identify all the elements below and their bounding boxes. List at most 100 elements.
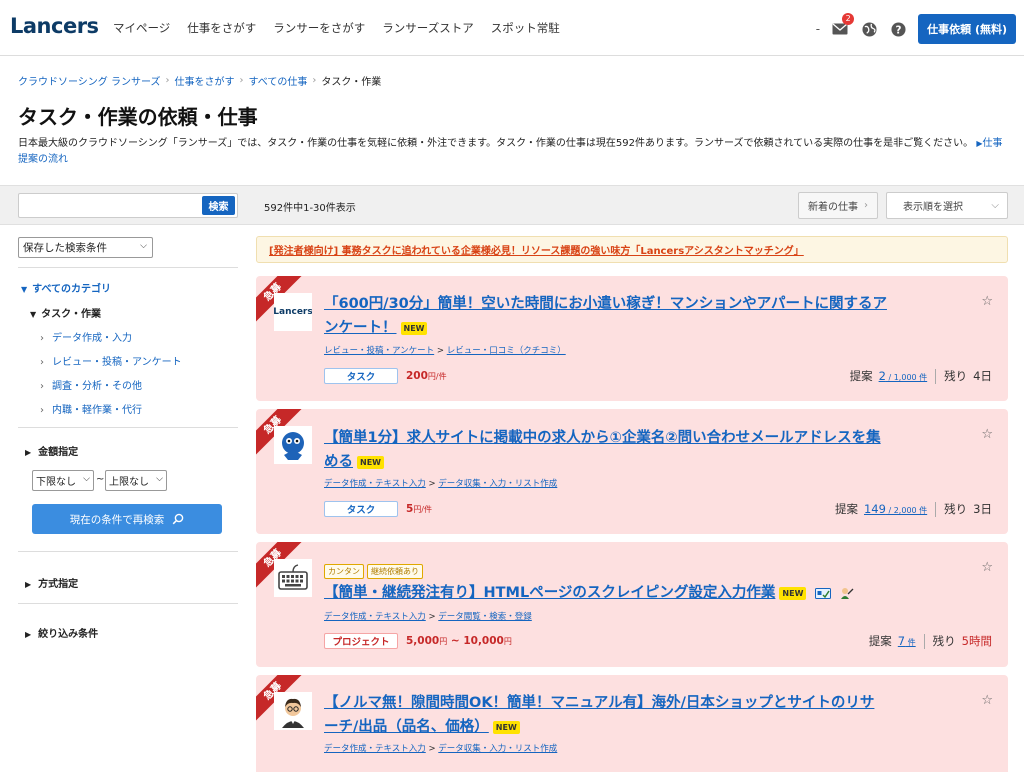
- category-link[interactable]: データ収集・入力・リスト作成: [438, 744, 557, 754]
- help-icon[interactable]: ?: [889, 20, 907, 38]
- mascot-icon: [282, 432, 304, 460]
- breadcrumb-crowdsourcing[interactable]: クラウドソーシング ランサーズ: [18, 73, 160, 88]
- proposal-label: 提案: [868, 634, 892, 648]
- globe-icon[interactable]: [860, 20, 878, 38]
- subcategory-research[interactable]: › 調査・分析・その他: [40, 377, 142, 392]
- new-badge: NEW: [400, 321, 428, 335]
- post-job-button[interactable]: 仕事依頼 (無料): [918, 14, 1016, 44]
- nav-mypage[interactable]: マイページ: [113, 20, 170, 36]
- user-menu-dash[interactable]: -: [816, 22, 820, 36]
- category-separator: >: [428, 612, 436, 622]
- job-tags: カンタン 継続依頼あり: [324, 564, 423, 579]
- proposal-limit: / 1,000 件: [885, 373, 928, 382]
- job-card[interactable]: 急募 カンタン 継続依頼あり ☆ 【簡単・継続発注有り】HTMLページのスクレイ…: [256, 542, 1008, 667]
- sort-label: 表示順を選択: [903, 202, 963, 213]
- favorite-star-icon[interactable]: ☆: [981, 693, 993, 708]
- mail-icon[interactable]: 2: [831, 13, 855, 38]
- nav-find-jobs[interactable]: 仕事をさがす: [187, 20, 256, 36]
- breadcrumb-find-jobs[interactable]: 仕事をさがす: [174, 73, 234, 88]
- search-button[interactable]: 検索: [202, 196, 235, 215]
- proposal-label: 提案: [849, 369, 873, 383]
- subcategory-label: 内職・軽作業・代行: [52, 405, 142, 416]
- client-avatar[interactable]: [274, 426, 312, 464]
- proposal-count: 149: [863, 502, 886, 516]
- job-price: 200円/件: [406, 370, 447, 382]
- job-card[interactable]: 急募 ☆ 【ノルマ無！隙間時間OK！簡単！マニュアル有】海外/日本ショップとサイ…: [256, 675, 1008, 772]
- proposal-limit: 件: [905, 638, 916, 647]
- price-filter-heading[interactable]: ▶ 金額指定: [25, 443, 78, 458]
- price-unit: 円: [503, 637, 512, 646]
- job-title[interactable]: 【ノルマ無！隙間時間OK！簡単！マニュアル有】海外/日本ショップとサイトのリサ …: [324, 691, 914, 739]
- promo-banner-link[interactable]: [発注者様向け] 事務タスクに追われている企業様必見！リソース課題の強い味方「L…: [269, 242, 804, 257]
- chevron-down-icon: ⌵: [83, 474, 90, 484]
- saved-search-select[interactable]: 保存した検索条件 ⌵: [18, 237, 153, 258]
- refine-filter-heading[interactable]: ▶ 絞り込み条件: [25, 625, 98, 640]
- subcategory-label: データ作成・入力: [52, 333, 132, 344]
- job-card[interactable]: 急募 ☆ 【簡単1分】求人サイトに掲載中の求人から①企業名②問い合わせメールアド…: [256, 409, 1008, 534]
- promo-banner: [発注者様向け] 事務タスクに追われている企業様必見！リソース課題の強い味方「L…: [256, 236, 1008, 263]
- subcategory-review[interactable]: › レビュー・投稿・アンケート: [40, 353, 182, 368]
- client-avatar[interactable]: [274, 692, 312, 730]
- job-title[interactable]: 「600円/30分」簡単！空いた時間にお小遣い稼ぎ！マンションやアパートに関する…: [324, 292, 914, 340]
- favorite-star-icon[interactable]: ☆: [981, 427, 993, 442]
- client-avatar[interactable]: Lancers: [274, 293, 312, 331]
- category-link[interactable]: データ作成・テキスト入力: [324, 479, 426, 489]
- job-title[interactable]: 【簡単1分】求人サイトに掲載中の求人から①企業名②問い合わせメールアドレスを集 …: [324, 426, 914, 474]
- subcategory-light-work[interactable]: › 内職・軽作業・代行: [40, 401, 142, 416]
- sort-select[interactable]: 表示順を選択 ⌵: [886, 192, 1008, 219]
- research-button[interactable]: 現在の条件で再検索: [32, 504, 222, 534]
- category-all-label: すべてのカテゴリ: [32, 284, 112, 295]
- new-badge: NEW: [492, 720, 520, 734]
- divider: [935, 368, 937, 384]
- favorite-star-icon[interactable]: ☆: [981, 560, 993, 575]
- chevron-right-icon: ›: [239, 75, 244, 86]
- nav-spot-resident[interactable]: スポット常駐: [491, 20, 560, 36]
- nav-lancers-store[interactable]: ランサーズストア: [382, 20, 473, 36]
- proposal-count-link[interactable]: 149 / 2,000 件: [864, 502, 927, 516]
- price-min: 5,000: [406, 635, 440, 647]
- category-link[interactable]: レビュー・口コミ（クチコミ）: [447, 346, 566, 356]
- price-unit: 円/件: [427, 372, 447, 381]
- subcategory-data-entry[interactable]: › データ作成・入力: [40, 329, 132, 344]
- job-title-line1: 「600円/30分」簡単！空いた時間にお小遣い稼ぎ！マンションやアパートに関する…: [324, 296, 887, 312]
- job-title[interactable]: 【簡単・継続発注有り】HTMLページのスクレイピング設定入力作業 NEW: [324, 581, 914, 605]
- proposal-count-link[interactable]: 2 / 1,000 件: [879, 369, 928, 383]
- method-filter-heading[interactable]: ▶ 方式指定: [25, 575, 78, 590]
- client-avatar[interactable]: [274, 559, 312, 597]
- favorite-star-icon[interactable]: ☆: [981, 294, 993, 309]
- new-jobs-button[interactable]: 新着の仕事 ›: [798, 192, 878, 219]
- job-type-badge: タスク: [324, 501, 398, 517]
- verified-id-icon: [815, 587, 832, 599]
- breadcrumb-all-jobs[interactable]: すべての仕事: [248, 73, 307, 88]
- chevron-right-icon: ›: [165, 75, 170, 86]
- intro-text: 日本最大級のクラウドソーシング「ランサーズ」では、タスク・作業の仕事を気軽に依頼…: [18, 138, 974, 149]
- keyboard-icon: [278, 564, 308, 590]
- subcategory-label: 調査・分析・その他: [52, 381, 142, 392]
- category-link[interactable]: データ閲覧・検索・登録: [438, 612, 532, 622]
- min-price-select[interactable]: 下限なし ⌵: [32, 470, 94, 491]
- triangle-down-icon: ▼: [30, 310, 37, 319]
- max-price-select[interactable]: 上限なし ⌵: [105, 470, 167, 491]
- agreement-icon: [840, 587, 853, 599]
- divider: [935, 501, 937, 517]
- price-range-separator: ~: [447, 635, 464, 647]
- divider: [18, 267, 238, 268]
- lancers-logo[interactable]: Lancers: [10, 14, 99, 38]
- job-card[interactable]: 急募 Lancers ☆ 「600円/30分」簡単！空いた時間にお小遣い稼ぎ！マ…: [256, 276, 1008, 401]
- proposal-limit: / 2,000 件: [885, 506, 928, 515]
- price-unit: 円/件: [413, 505, 433, 514]
- category-link[interactable]: データ作成・テキスト入力: [324, 744, 426, 754]
- category-all[interactable]: ▼ すべてのカテゴリ: [21, 280, 111, 295]
- chevron-right-icon: ›: [40, 357, 44, 368]
- chevron-down-icon: ⌵: [156, 474, 163, 484]
- job-categories: レビュー・投稿・アンケート > レビュー・口コミ（クチコミ）: [324, 344, 566, 356]
- category-task[interactable]: ▼ タスク・作業: [30, 305, 101, 320]
- proposal-count: 2: [878, 369, 886, 383]
- category-link[interactable]: データ作成・テキスト入力: [324, 612, 426, 622]
- client-logo-text: Lancers: [274, 307, 312, 317]
- proposal-count-link[interactable]: 7 件: [898, 634, 916, 648]
- nav-find-lancers[interactable]: ランサーをさがす: [273, 20, 365, 36]
- divider: [18, 551, 238, 552]
- category-link[interactable]: レビュー・投稿・アンケート: [324, 346, 434, 356]
- category-link[interactable]: データ収集・入力・リスト作成: [438, 479, 557, 489]
